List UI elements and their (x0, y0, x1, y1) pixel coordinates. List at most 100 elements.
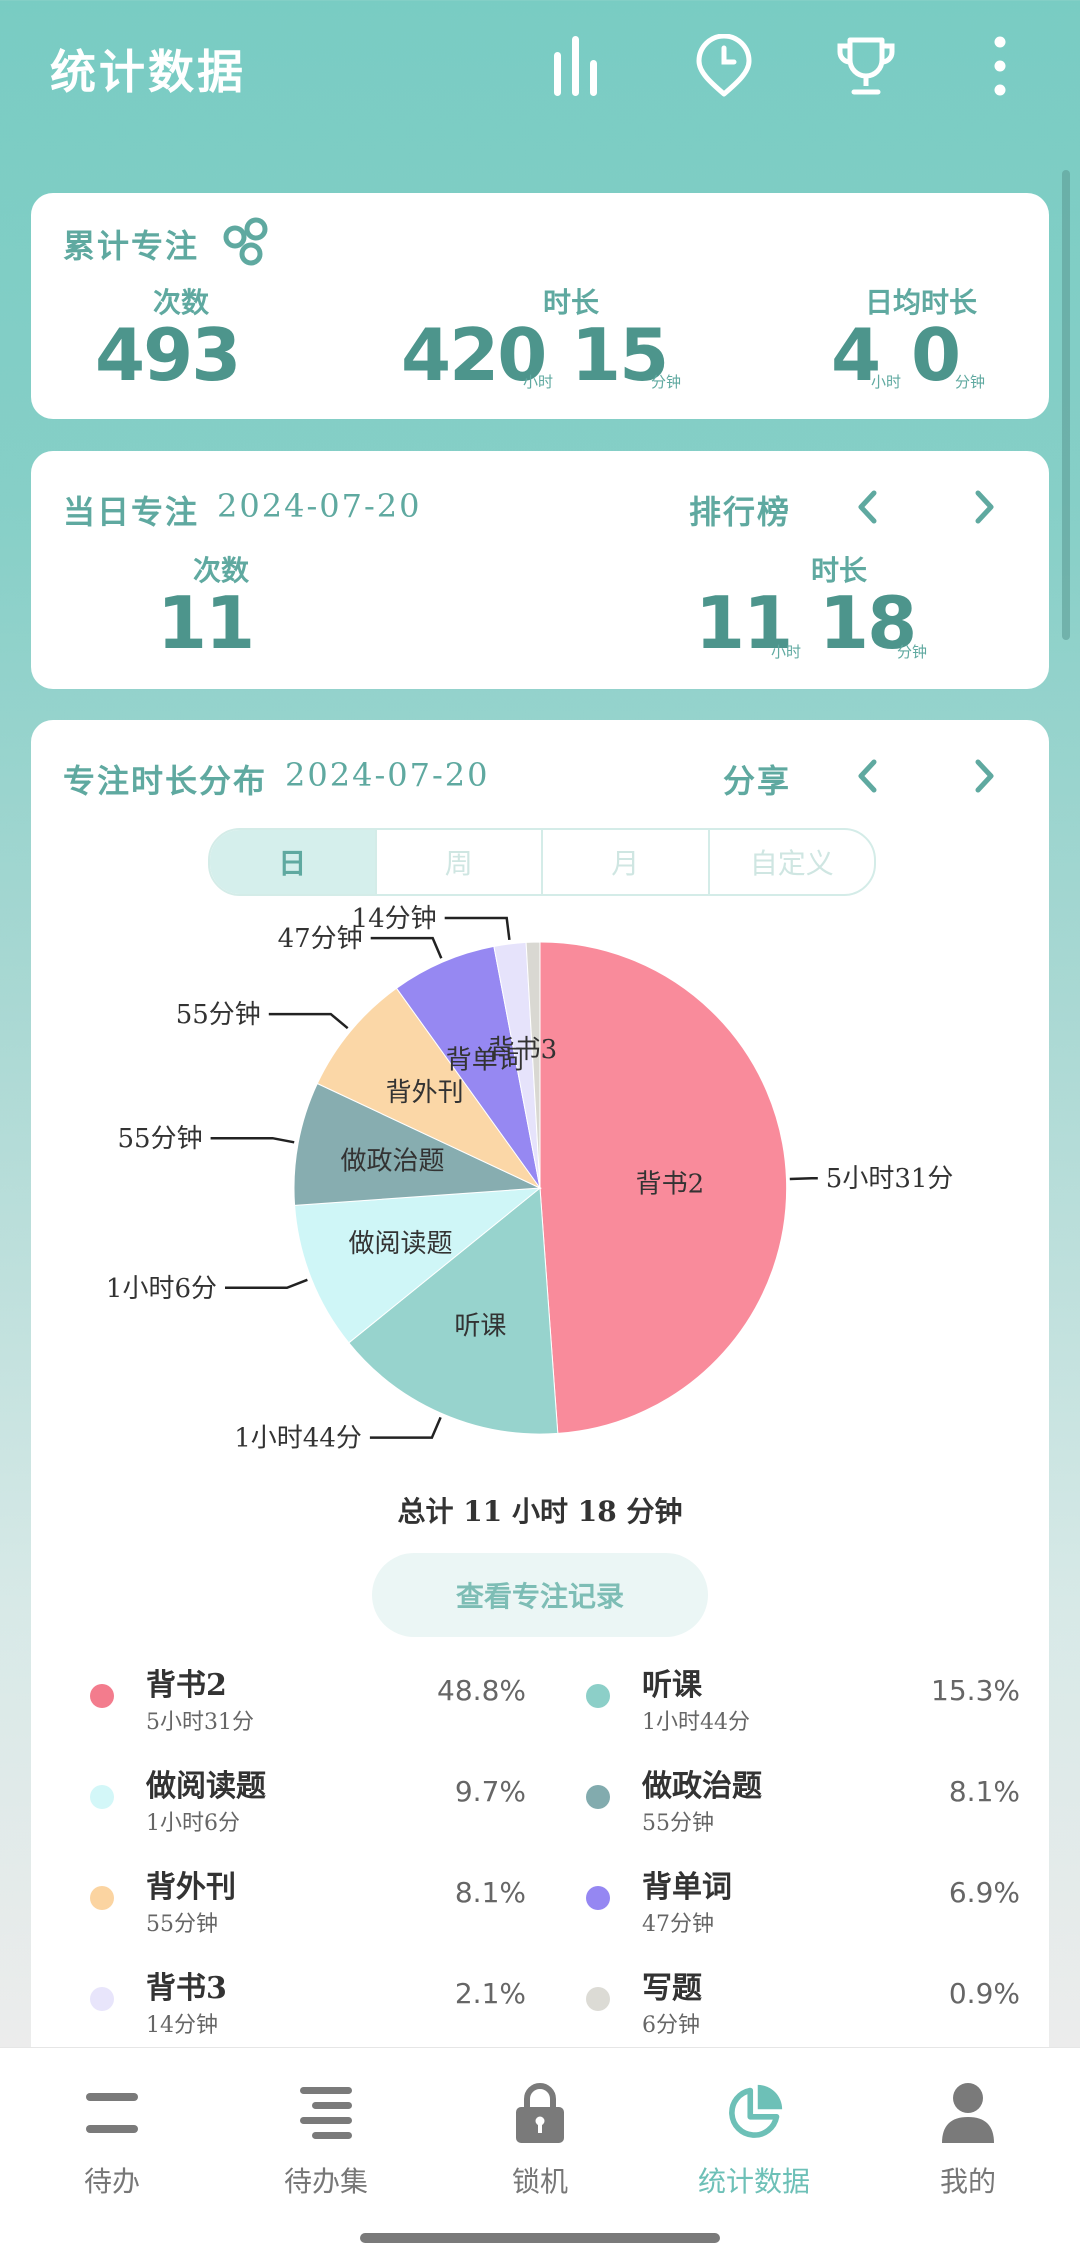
tab-day[interactable]: 日 (210, 830, 375, 894)
legend-duration: 47分钟 (642, 1912, 714, 1937)
nav-item-todo-set[interactable]: 待办集 (218, 2048, 434, 2238)
legend-name: 做阅读题 (146, 1769, 266, 1804)
legend-duration: 14分钟 (146, 2013, 218, 2038)
home-indicator (360, 2233, 720, 2243)
average-minutes: 0 (911, 313, 961, 397)
nav-item-statistics[interactable]: 统计数据 (646, 2048, 862, 2238)
legend-item[interactable]: 写题 6分钟 0.9% (586, 1963, 1020, 2038)
todo-set-icon (296, 2078, 356, 2148)
legend-color-dot (586, 1886, 610, 1910)
legend-item[interactable]: 背单词 47分钟 6.9% (586, 1862, 1020, 1937)
total-duration: 总计 11 小时 18 分钟 (397, 1495, 683, 1528)
legend-percent: 48.8% (437, 1674, 526, 1707)
minute-unit: 分钟 (651, 373, 682, 391)
legend-name: 听课 (642, 1668, 702, 1703)
legend-name: 做政治题 (642, 1769, 762, 1804)
leader-line (370, 936, 443, 959)
view-records-button[interactable]: 查看专注记录 (372, 1553, 708, 1637)
legend-color-dot (586, 1785, 610, 1809)
legend-name: 背书2 (146, 1668, 227, 1703)
slice-label: 背外刊 (386, 1078, 464, 1108)
legend-percent: 2.1% (454, 1977, 526, 2010)
prev-period-chevron-icon[interactable] (847, 756, 887, 796)
nav-label: 待办集 (283, 2165, 368, 2198)
scrollbar[interactable] (1062, 170, 1070, 640)
distribution-title: 专注时长分布 (63, 762, 268, 800)
tab-month[interactable]: 月 (541, 830, 708, 894)
trophy-icon[interactable] (830, 30, 902, 102)
daily-focus-card: 当日专注 2024-07-20 排行榜 次数 11 时长 11 小时 18 分钟 (31, 451, 1049, 689)
slice-duration-label: 1小时44分 (234, 1424, 362, 1454)
nav-label: 统计数据 (697, 2165, 810, 2198)
legend-color-dot (90, 1886, 114, 1910)
lock-icon (510, 2078, 570, 2148)
nav-item-profile[interactable]: 我的 (860, 2048, 1076, 2238)
legend-percent: 6.9% (948, 1876, 1020, 1909)
prev-day-chevron-icon[interactable] (847, 487, 887, 527)
slice-duration-label: 5小时31分 (826, 1164, 954, 1194)
nav-item-todo[interactable]: 待办 (4, 2048, 220, 2238)
next-period-chevron-icon[interactable] (965, 756, 1005, 796)
leader-line (268, 1012, 349, 1030)
profile-icon (938, 2078, 998, 2148)
slice-duration-label: 14分钟 (352, 904, 437, 934)
slice-duration-label: 47分钟 (278, 924, 363, 954)
pie-chart: 背书2听课做阅读题做政治题背外刊背单词背书3 5小时31分1小时44分1小时6分… (106, 904, 954, 1454)
more-vertical-icon[interactable] (964, 30, 1036, 102)
legend-name: 背外刊 (146, 1870, 236, 1905)
pie-chart-icon (724, 2078, 784, 2148)
legend-item[interactable]: 背外刊 55分钟 8.1% (90, 1862, 526, 1937)
legend-percent: 0.9% (948, 1977, 1020, 2010)
legend-item[interactable]: 做阅读题 1小时6分 9.7% (90, 1761, 526, 1836)
leader-line (444, 916, 511, 941)
nav-label: 待办 (83, 2165, 140, 2198)
legend-item[interactable]: 背书3 14分钟 2.1% (90, 1963, 526, 2038)
nav-label: 我的 (939, 2165, 996, 2198)
legend-item[interactable]: 背书2 5小时31分 48.8% (90, 1660, 526, 1735)
legend-percent: 8.1% (454, 1876, 526, 1909)
slice-label: 背书2 (636, 1169, 705, 1199)
daily-date: 2024-07-20 (217, 487, 422, 525)
leaderboard-link[interactable]: 排行榜 (689, 487, 791, 533)
bar-chart-icon[interactable] (540, 30, 612, 102)
legend-color-dot (586, 1684, 610, 1708)
legend-duration: 55分钟 (642, 1811, 714, 1836)
legend-percent: 8.1% (948, 1775, 1020, 1808)
legend-duration: 1小时44分 (642, 1710, 750, 1735)
legend-color-dot (90, 1684, 114, 1708)
slice-label: 背书3 (489, 1035, 558, 1065)
hour-unit: 小时 (523, 373, 554, 391)
leader-line (210, 1136, 295, 1144)
next-day-chevron-icon[interactable] (965, 487, 1005, 527)
share-link[interactable]: 分享 (723, 756, 791, 802)
tab-week[interactable]: 周 (374, 830, 542, 894)
page-title: 统计数据 (50, 45, 246, 99)
hour-unit: 小时 (771, 643, 802, 661)
legend-color-dot (90, 1987, 114, 2011)
legend-name: 写题 (642, 1971, 702, 2006)
todo-list-icon (82, 2078, 142, 2148)
app-header: 统计数据 (0, 0, 1080, 150)
clock-pin-icon[interactable] (688, 30, 760, 102)
leader-line (789, 1176, 818, 1181)
distribution-date: 2024-07-20 (285, 756, 490, 794)
legend-duration: 55分钟 (146, 1912, 218, 1937)
slice-label: 听课 (454, 1312, 506, 1342)
minute-unit: 分钟 (897, 643, 928, 661)
tab-custom[interactable]: 自定义 (707, 830, 875, 894)
slice-duration-label: 55分钟 (176, 1000, 261, 1030)
daily-count: 11 (157, 581, 255, 665)
nav-item-lock[interactable]: 锁机 (432, 2048, 648, 2238)
legend-item[interactable]: 听课 1小时44分 15.3% (586, 1660, 1020, 1735)
slice-label: 做阅读题 (348, 1229, 452, 1259)
minute-unit: 分钟 (955, 373, 986, 391)
legend-duration: 5小时31分 (146, 1710, 254, 1735)
legend-duration: 1小时6分 (146, 1811, 240, 1836)
leader-line (369, 1416, 442, 1439)
nav-label: 锁机 (511, 2165, 568, 2198)
legend-item[interactable]: 做政治题 55分钟 8.1% (586, 1761, 1020, 1836)
slice-label: 做政治题 (340, 1147, 444, 1177)
legend-duration: 6分钟 (642, 2013, 700, 2038)
cumulative-count: 493 (95, 313, 241, 397)
legend-percent: 15.3% (931, 1674, 1020, 1707)
